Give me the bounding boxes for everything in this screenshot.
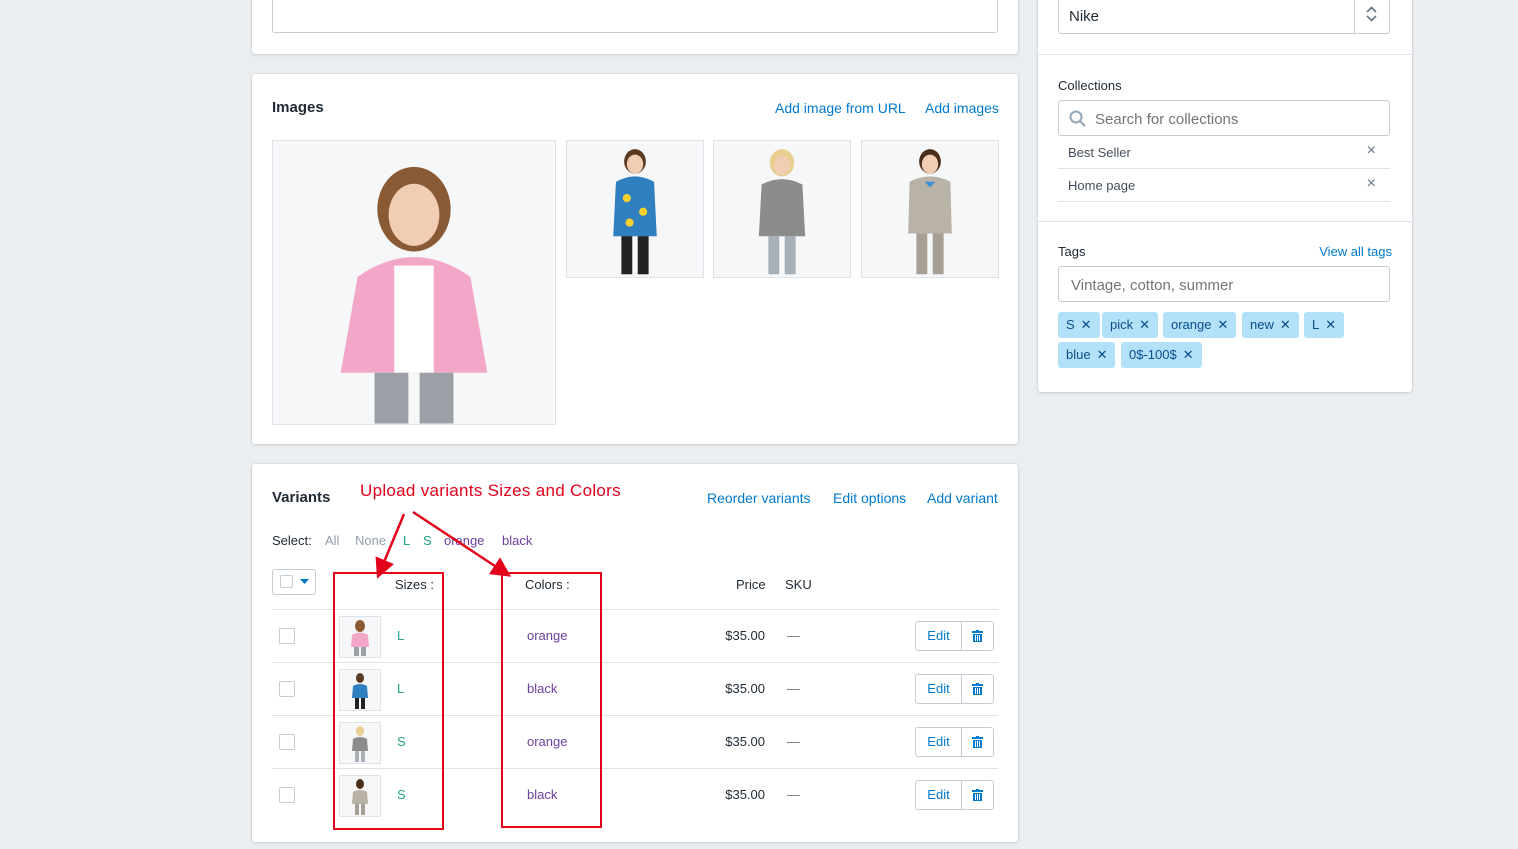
arrow-to-colors (412, 510, 512, 577)
annotation-arrows (375, 510, 512, 579)
arrow-to-sizes (375, 513, 406, 579)
